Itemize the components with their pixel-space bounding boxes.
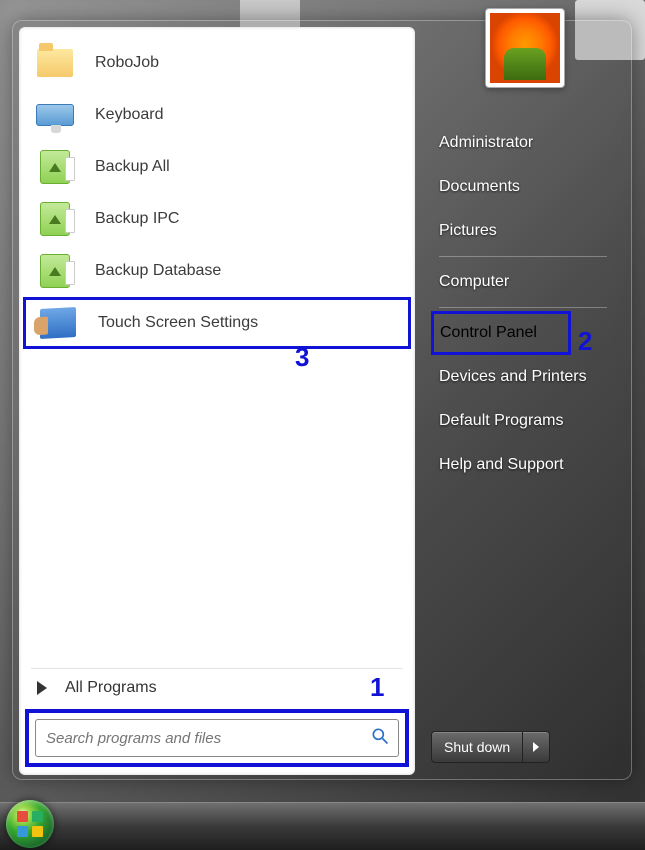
triangle-right-icon: [533, 742, 539, 752]
touch-screen-icon: [36, 301, 80, 345]
backup-icon: [33, 145, 77, 189]
backup-icon: [33, 197, 77, 241]
separator: [439, 307, 607, 308]
separator: [439, 256, 607, 257]
right-pane-item-control-panel[interactable]: Control Panel: [431, 311, 571, 355]
search-box[interactable]: [35, 719, 399, 757]
program-label: Backup IPC: [77, 210, 179, 228]
program-label: Keyboard: [77, 106, 164, 124]
program-label: Touch Screen Settings: [80, 314, 258, 332]
right-pane-item-default-programs[interactable]: Default Programs: [431, 399, 615, 443]
program-item-backup-all[interactable]: Backup All: [23, 141, 411, 193]
taskbar[interactable]: [0, 802, 645, 850]
start-menu-right-pane: AdministratorDocumentsPictures Computer …: [415, 21, 631, 779]
program-item-keyboard[interactable]: Keyboard: [23, 89, 411, 141]
keyboard-icon: [33, 93, 77, 137]
user-picture-frame[interactable]: [485, 8, 565, 88]
program-item-touch-screen-settings[interactable]: Touch Screen Settings: [23, 297, 411, 349]
callout-3: 3: [295, 342, 309, 373]
start-menu-left-pane: RoboJob Keyboard Backup All Backup IPC Backu…: [19, 27, 415, 775]
right-pane-item-devices-and-printers[interactable]: Devices and Printers: [431, 355, 615, 399]
windows-logo-icon: [17, 811, 43, 837]
search-input[interactable]: [36, 730, 370, 747]
all-programs-button[interactable]: All Programs: [31, 668, 403, 705]
right-pane-item-documents[interactable]: Documents: [431, 165, 615, 209]
program-label: RoboJob: [77, 54, 159, 72]
right-pane-item-computer[interactable]: Computer: [431, 260, 615, 304]
folder-icon: [33, 41, 77, 85]
flower-icon: [490, 13, 560, 83]
start-menu: RoboJob Keyboard Backup All Backup IPC Backu…: [12, 20, 632, 780]
shutdown-button[interactable]: Shut down: [431, 731, 550, 763]
shutdown-options-arrow[interactable]: [523, 732, 549, 762]
program-item-backup-ipc[interactable]: Backup IPC: [23, 193, 411, 245]
backup-icon: [33, 249, 77, 293]
shutdown-label: Shut down: [444, 739, 510, 755]
program-label: Backup All: [77, 158, 170, 176]
search-icon: [370, 726, 390, 751]
recent-programs-list: RoboJob Keyboard Backup All Backup IPC Backu…: [19, 27, 415, 668]
program-item-robojob[interactable]: RoboJob: [23, 37, 411, 89]
all-programs-label: All Programs: [65, 679, 157, 697]
callout-2: 2: [578, 326, 592, 357]
triangle-right-icon: [37, 681, 47, 695]
right-pane-item-help-and-support[interactable]: Help and Support: [431, 443, 615, 487]
search-highlight-box: [25, 709, 409, 767]
right-pane-item-administrator[interactable]: Administrator: [431, 121, 615, 165]
right-pane-item-pictures[interactable]: Pictures: [431, 209, 615, 253]
start-button[interactable]: [6, 800, 54, 848]
program-item-backup-database[interactable]: Backup Database: [23, 245, 411, 297]
program-label: Backup Database: [77, 262, 221, 280]
callout-1: 1: [370, 672, 384, 703]
